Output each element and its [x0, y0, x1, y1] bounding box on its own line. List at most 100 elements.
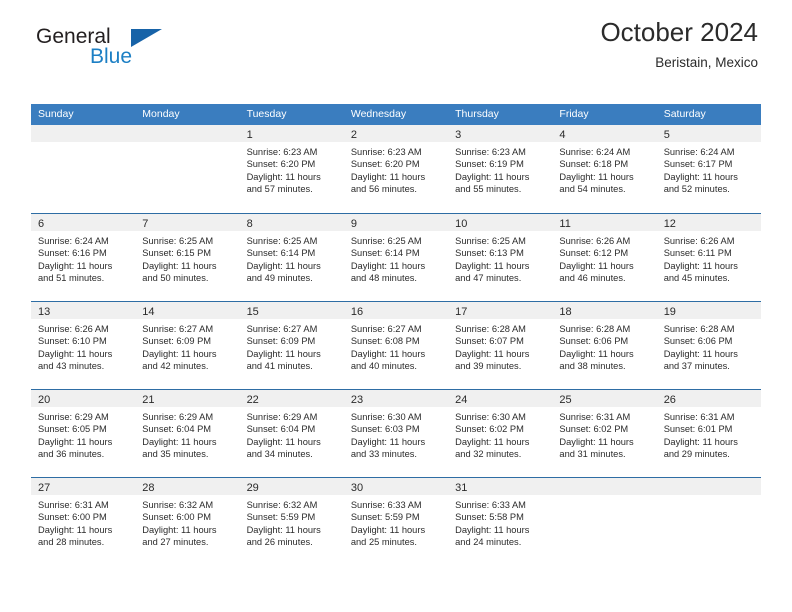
day-detail-line: Daylight: 11 hours [559, 260, 634, 271]
day-cell[interactable]: 14 Sunrise: 6:27 AM Sunset: 6:09 PM Dayligh… [135, 302, 240, 389]
day-cell[interactable]: 7 Sunrise: 6:25 AM Sunset: 6:15 PM Daylight… [135, 214, 240, 301]
day-number: 14 [142, 306, 155, 318]
day-cell[interactable]: 18 Sunrise: 6:28 AM Sunset: 6:06 PM Dayligh… [552, 302, 657, 389]
day-cell[interactable]: 2 Sunrise: 6:23 AM Sunset: 6:20 PM Daylight… [343, 125, 449, 213]
day-detail-line: Daylight: 11 hours [246, 260, 321, 271]
day-detail-line: Sunrise: 6:25 AM [142, 236, 214, 246]
day-number-band: 26 [656, 390, 761, 407]
day-cell[interactable]: 25 Sunrise: 6:31 AM Sunset: 6:02 PM Dayligh… [552, 390, 657, 477]
day-number-band: 12 [656, 214, 761, 231]
day-cell[interactable]: 3 Sunrise: 6:23 AM Sunset: 6:19 PM Daylight… [448, 125, 553, 213]
day-cell[interactable]: 5 Sunrise: 6:24 AM Sunset: 6:17 PM Daylight… [656, 125, 761, 213]
day-detail-line: and 55 minutes. [455, 184, 522, 195]
day-cell[interactable]: 17 Sunrise: 6:28 AM Sunset: 6:07 PM Dayligh… [448, 302, 553, 389]
weekday-header-thursday: Thursday [455, 108, 499, 120]
day-detail-line: Sunset: 5:59 PM [350, 512, 420, 523]
day-cell-empty [31, 125, 136, 213]
day-detail-line: Sunrise: 6:29 AM [38, 412, 109, 422]
day-cell[interactable]: 19 Sunrise: 6:28 AM Sunset: 6:06 PM Dayligh… [656, 302, 761, 389]
day-cell[interactable]: 1 Sunrise: 6:23 AM Sunset: 6:20 PM Daylight… [239, 125, 344, 213]
day-detail-line: Sunrise: 6:30 AM [455, 412, 526, 422]
day-number-band: 13 [31, 302, 136, 319]
day-detail-line: Sunset: 6:12 PM [559, 248, 629, 259]
day-cell[interactable]: 20 Sunrise: 6:29 AM Sunset: 6:05 PM Dayligh… [31, 390, 136, 477]
day-details: Sunrise: 6:33 AM Sunset: 5:59 PM Daylight:… [344, 495, 448, 549]
day-cell[interactable]: 28 Sunrise: 6:32 AM Sunset: 6:00 PM Dayligh… [135, 478, 240, 565]
day-cell[interactable]: 21 Sunrise: 6:29 AM Sunset: 6:04 PM Dayligh… [135, 390, 240, 477]
day-details: Sunrise: 6:26 AM Sunset: 6:11 PM Daylight:… [657, 231, 761, 285]
day-number-band: 22 [239, 390, 344, 407]
day-number: 28 [142, 482, 155, 494]
day-cell[interactable]: 24 Sunrise: 6:30 AM Sunset: 6:02 PM Dayligh… [448, 390, 553, 477]
day-details: Sunrise: 6:27 AM Sunset: 6:09 PM Daylight:… [240, 319, 344, 373]
day-cell[interactable]: 30 Sunrise: 6:33 AM Sunset: 5:59 PM Dayligh… [343, 478, 449, 565]
day-number: 8 [246, 218, 253, 230]
day-number: 26 [663, 394, 676, 406]
day-detail-line: Daylight: 11 hours [246, 348, 321, 359]
day-number: 6 [38, 218, 45, 230]
day-number-band: 29 [239, 478, 344, 495]
day-cell[interactable]: 31 Sunrise: 6:33 AM Sunset: 5:58 PM Dayligh… [448, 478, 553, 565]
page-subtitle: Beristain, Mexico [655, 55, 758, 70]
day-cell[interactable]: 22 Sunrise: 6:29 AM Sunset: 6:04 PM Dayligh… [239, 390, 344, 477]
day-cell[interactable]: 12 Sunrise: 6:26 AM Sunset: 6:11 PM Dayligh… [656, 214, 761, 301]
day-number-band: 9 [343, 214, 449, 231]
day-detail-line: Daylight: 11 hours [455, 348, 530, 359]
day-detail-line: Daylight: 11 hours [350, 436, 426, 447]
day-detail-line: Daylight: 11 hours [559, 171, 634, 182]
day-detail-line: Sunrise: 6:27 AM [350, 324, 422, 334]
day-cell[interactable]: 6 Sunrise: 6:24 AM Sunset: 6:16 PM Daylight… [31, 214, 136, 301]
calendar-week-row: 6 Sunrise: 6:24 AM Sunset: 6:16 PM Daylight… [31, 213, 761, 301]
day-detail-line: and 45 minutes. [663, 273, 730, 284]
day-detail-line: and 47 minutes. [455, 273, 522, 284]
day-detail-line: Sunset: 6:19 PM [455, 159, 524, 170]
day-cell[interactable]: 11 Sunrise: 6:26 AM Sunset: 6:12 PM Dayligh… [552, 214, 657, 301]
title-block: October 2024 Beristain, Mexico [600, 16, 758, 73]
day-detail-line: and 39 minutes. [455, 361, 522, 372]
day-detail-line: Sunset: 6:08 PM [350, 336, 420, 347]
day-cell[interactable]: 9 Sunrise: 6:25 AM Sunset: 6:14 PM Daylight… [343, 214, 449, 301]
day-detail-line: and 35 minutes. [142, 449, 209, 460]
day-detail-line: Sunrise: 6:24 AM [663, 147, 735, 157]
day-detail-line: Sunrise: 6:24 AM [38, 236, 109, 246]
day-number-band [656, 478, 761, 495]
day-number-band: 11 [552, 214, 657, 231]
day-detail-line: Sunset: 6:09 PM [142, 336, 212, 347]
day-details: Sunrise: 6:27 AM Sunset: 6:09 PM Daylight:… [135, 319, 239, 373]
day-cell-empty [552, 478, 657, 565]
day-detail-line: Daylight: 11 hours [663, 260, 738, 271]
weekday-header-sunday: Sunday [38, 108, 74, 120]
brand-logo[interactable]: General Blue [34, 26, 264, 78]
day-detail-line: Daylight: 11 hours [455, 171, 530, 182]
day-detail-line: and 25 minutes. [350, 537, 417, 548]
day-cell[interactable]: 23 Sunrise: 6:30 AM Sunset: 6:03 PM Dayligh… [343, 390, 449, 477]
day-cell[interactable]: 29 Sunrise: 6:32 AM Sunset: 5:59 PM Dayligh… [239, 478, 344, 565]
day-details: Sunrise: 6:28 AM Sunset: 6:06 PM Daylight:… [552, 319, 656, 373]
day-detail-line: Sunset: 6:16 PM [38, 248, 107, 259]
day-detail-line: Sunrise: 6:26 AM [559, 236, 631, 246]
day-detail-line: Sunset: 6:06 PM [559, 336, 629, 347]
day-detail-line: and 28 minutes. [38, 537, 105, 548]
calendar-week-row: 1 Sunrise: 6:23 AM Sunset: 6:20 PM Daylight… [31, 125, 761, 213]
day-number: 24 [455, 394, 468, 406]
day-cell[interactable]: 10 Sunrise: 6:25 AM Sunset: 6:13 PM Dayligh… [448, 214, 553, 301]
day-detail-line: Daylight: 11 hours [142, 524, 217, 535]
day-detail-line: Daylight: 11 hours [663, 348, 738, 359]
day-detail-line: and 57 minutes. [246, 184, 313, 195]
day-number: 16 [350, 306, 364, 318]
day-details: Sunrise: 6:26 AM Sunset: 6:12 PM Daylight:… [552, 231, 656, 285]
day-cell[interactable]: 16 Sunrise: 6:27 AM Sunset: 6:08 PM Dayligh… [343, 302, 449, 389]
day-details: Sunrise: 6:25 AM Sunset: 6:14 PM Daylight:… [344, 231, 448, 285]
day-detail-line: Daylight: 11 hours [455, 260, 530, 271]
day-detail-line: Daylight: 11 hours [142, 436, 217, 447]
day-cell[interactable]: 8 Sunrise: 6:25 AM Sunset: 6:14 PM Daylight… [239, 214, 344, 301]
day-cell[interactable]: 4 Sunrise: 6:24 AM Sunset: 6:18 PM Daylight… [552, 125, 657, 213]
day-cell[interactable]: 26 Sunrise: 6:31 AM Sunset: 6:01 PM Dayligh… [656, 390, 761, 477]
day-cell[interactable]: 13 Sunrise: 6:26 AM Sunset: 6:10 PM Dayligh… [31, 302, 136, 389]
day-cell[interactable]: 15 Sunrise: 6:27 AM Sunset: 6:09 PM Dayligh… [239, 302, 344, 389]
day-cell[interactable]: 27 Sunrise: 6:31 AM Sunset: 6:00 PM Dayligh… [31, 478, 136, 565]
day-detail-line: Sunrise: 6:23 AM [350, 147, 422, 157]
day-number: 13 [38, 306, 51, 318]
day-detail-line: Sunrise: 6:27 AM [142, 324, 214, 334]
day-number: 9 [350, 218, 357, 230]
